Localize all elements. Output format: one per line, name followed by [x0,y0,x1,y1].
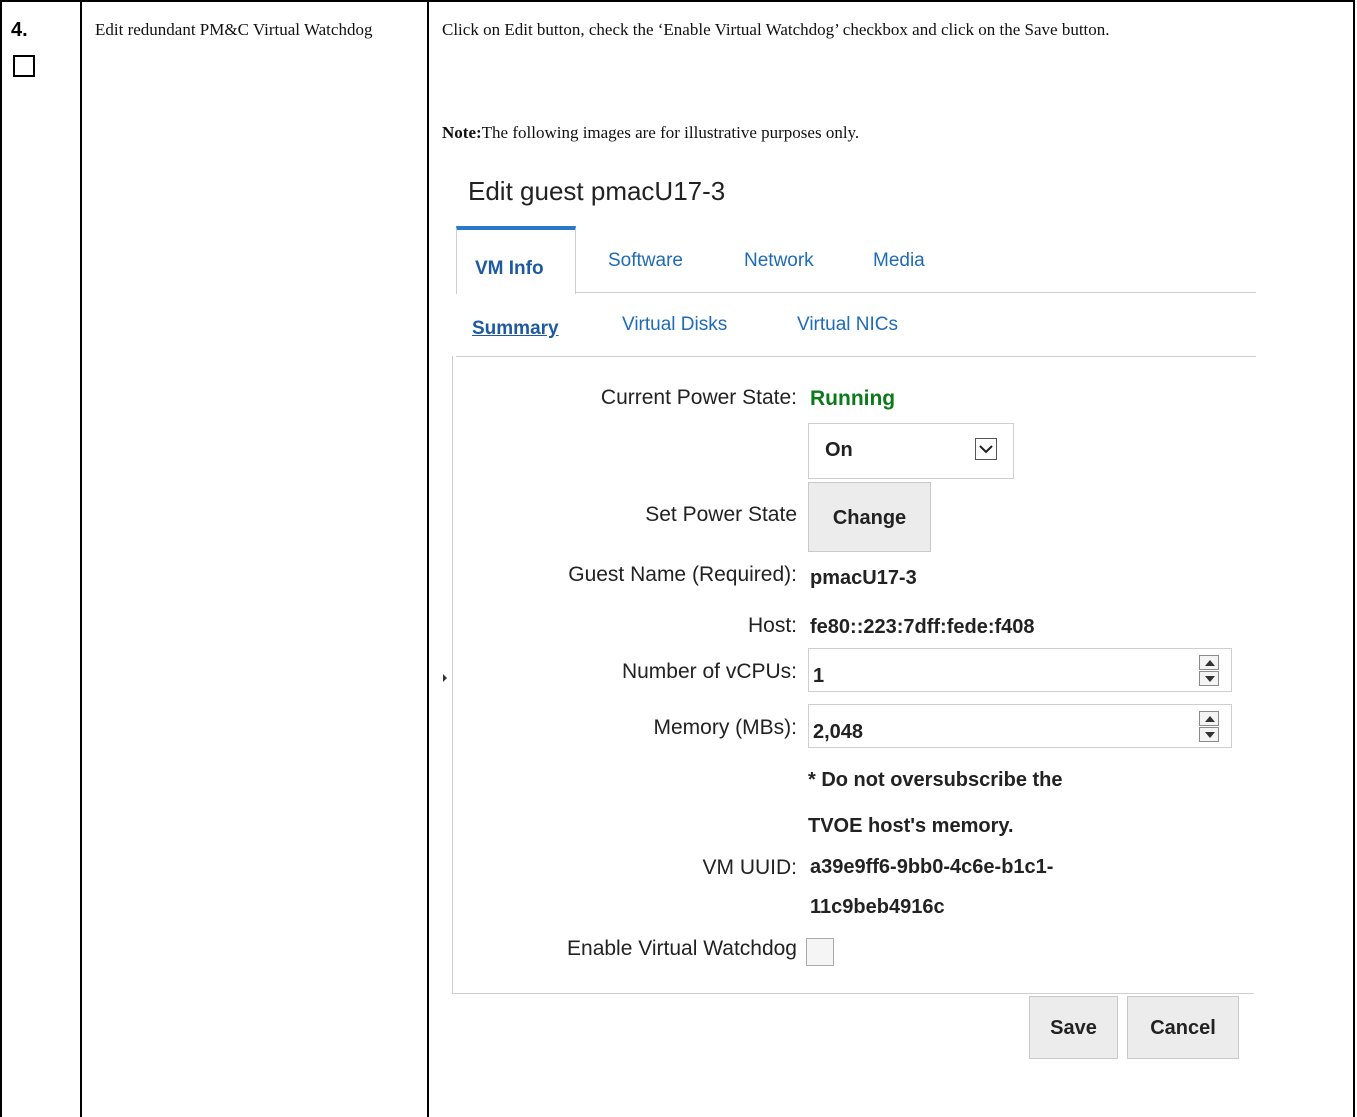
tab-vm-info[interactable]: VM Info [456,226,576,294]
collapse-handle[interactable] [443,656,453,700]
increment-button[interactable] [1199,655,1219,670]
memory-value: 2,048 [813,721,864,743]
uuid-value: 11c9beb4916c [810,896,945,918]
step-number: 4. [11,19,28,41]
watchdog-label: Enable Virtual Watchdog [567,937,797,960]
vcpus-stepper[interactable]: 1 [808,648,1232,692]
guest-name-value: pmacU17-3 [810,567,917,589]
vcpus-value: 1 [813,665,825,687]
dialog-title: Edit guest pmacU17-3 [468,176,726,206]
step-checkbox[interactable] [13,55,35,77]
arrow-down-icon [1205,732,1215,738]
note: Note:The following images are for illust… [442,123,859,143]
decrement-button[interactable] [1199,727,1219,742]
tab-bar: VM Info Software Network Media [456,226,1256,294]
power-state-select[interactable]: On [808,423,1014,479]
chevron-down-icon [975,438,997,460]
step-name: Edit redundant PM&C Virtual Watchdog [95,20,373,39]
change-button[interactable]: Change [808,482,931,552]
guest-name-label: Guest Name (Required): [568,563,797,586]
column-divider [80,2,82,1117]
arrow-right-icon [443,674,447,682]
subtab-summary[interactable]: Summary [472,318,559,340]
power-state-label: Current Power State: [600,386,797,409]
arrow-down-icon [1205,676,1215,682]
tab-label: VM Info [475,258,544,279]
note-label: Note: [442,123,482,142]
memory-label: Memory (MBs): [653,716,798,739]
subtab-virtual-disks[interactable]: Virtual Disks [622,314,727,336]
host-label: Host: [747,614,797,637]
increment-button[interactable] [1199,711,1219,726]
decrement-button[interactable] [1199,671,1219,686]
memory-warning: * Do not oversubscribe the [808,769,1063,791]
power-state-value: Running [810,387,896,410]
spinner [1199,655,1221,687]
spinner [1199,711,1221,743]
cancel-button[interactable]: Cancel [1127,996,1239,1059]
memory-warning: TVOE host's memory. [808,815,1014,837]
save-button[interactable]: Save [1029,996,1118,1059]
memory-stepper[interactable]: 2,048 [808,704,1232,748]
host-value: fe80::223:7dff:fede:f408 [810,616,1035,638]
vcpus-label: Number of vCPUs: [621,660,797,683]
uuid-label: VM UUID: [702,856,798,879]
column-divider [427,2,429,1117]
arrow-up-icon [1205,716,1215,722]
uuid-value: a39e9ff6-9bb0-4c6e-b1c1- [810,856,1054,878]
note-text: The following images are for illustrativ… [481,123,860,142]
subtab-virtual-nics[interactable]: Virtual NICs [797,314,898,336]
arrow-up-icon [1205,660,1215,666]
enable-watchdog-checkbox[interactable] [806,938,834,966]
set-power-label: Set Power State [645,503,797,526]
subtab-bar: Summary Virtual Disks Virtual NICs [456,294,1256,357]
select-value: On [825,439,853,461]
step-instruction: Click on Edit button, check the ‘Enable … [442,20,1110,39]
